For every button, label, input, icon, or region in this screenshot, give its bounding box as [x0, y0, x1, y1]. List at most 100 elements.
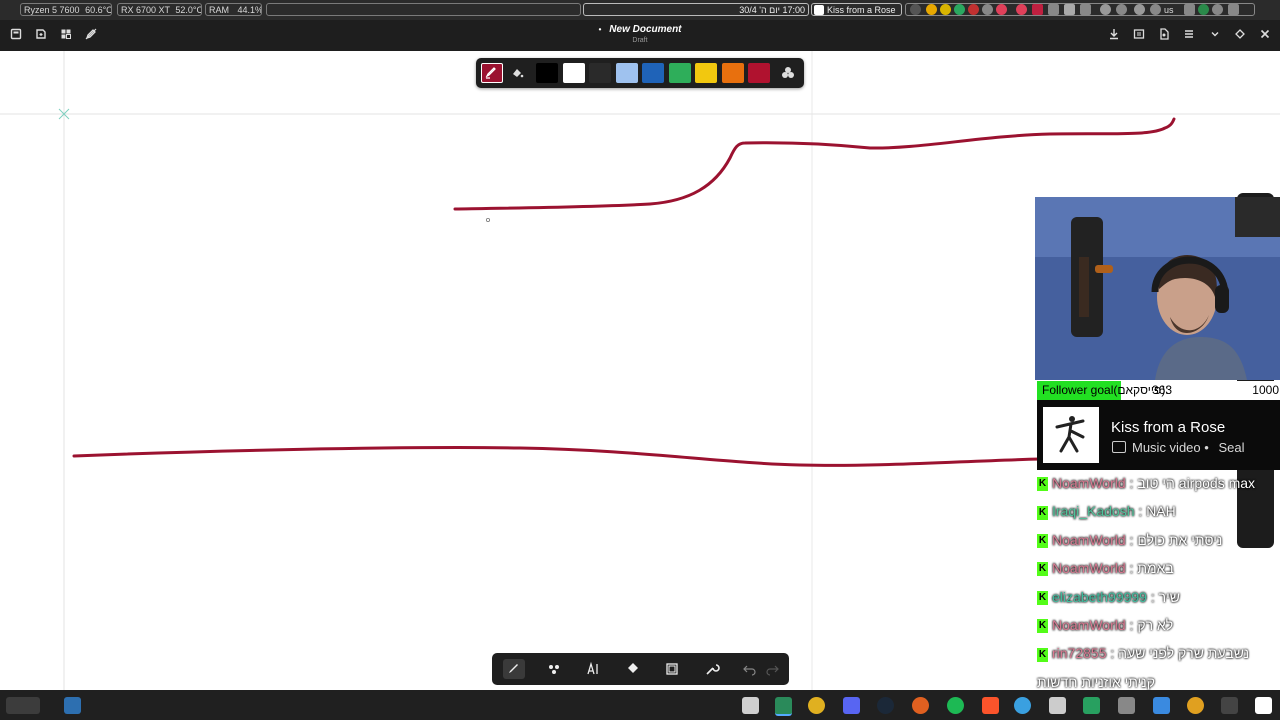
- app-icon[interactable]: [940, 4, 951, 15]
- app-icon-d[interactable]: [1255, 697, 1272, 714]
- store-icon[interactable]: [1153, 697, 1170, 714]
- color-swatch[interactable]: [669, 63, 691, 83]
- green-app-icon[interactable]: [1198, 4, 1209, 15]
- system-bar: Ryzen 5 7600 60.6°C RX 6700 XT 52.0°C RA…: [0, 0, 1280, 20]
- diamond-icon[interactable]: [1233, 28, 1247, 42]
- redo-icon[interactable]: [761, 659, 783, 679]
- text-tool-icon[interactable]: [582, 659, 604, 679]
- color-swatch[interactable]: [695, 63, 717, 83]
- download-icon[interactable]: [1107, 28, 1121, 42]
- brave-icon[interactable]: [982, 697, 999, 714]
- gpu-name: RX 6700 XT: [121, 5, 170, 15]
- workspace-switcher[interactable]: [6, 697, 40, 714]
- color-swatch[interactable]: [616, 63, 638, 83]
- tray-app-icon[interactable]: [1184, 4, 1195, 15]
- document-title-text: New Document: [609, 24, 682, 35]
- media-icon[interactable]: [1048, 4, 1059, 15]
- shapes-tool-icon[interactable]: [543, 659, 565, 679]
- spotify-icon[interactable]: [947, 697, 964, 714]
- app-icon-3[interactable]: [968, 4, 979, 15]
- app-icon-2[interactable]: [954, 4, 965, 15]
- discord-icon[interactable]: [843, 697, 860, 714]
- clock[interactable]: 17:00 יום ה' 30/4: [583, 3, 809, 16]
- settings-icon[interactable]: [1212, 4, 1223, 15]
- network-icon[interactable]: [1134, 4, 1145, 15]
- active-window[interactable]: Kiss from a Rose: [811, 3, 902, 16]
- chat-message: K Iraqi_Kadosh : NAH: [1037, 500, 1176, 522]
- menu-icon[interactable]: [1182, 28, 1196, 42]
- terminal-icon[interactable]: [1221, 697, 1238, 714]
- chat-username[interactable]: Iraqi_Kadosh: [1052, 503, 1135, 519]
- chat-text: NAH: [1146, 503, 1176, 520]
- color-swatch[interactable]: [748, 63, 770, 83]
- chat-username[interactable]: rin72855: [1052, 645, 1107, 661]
- cpu-monitor[interactable]: Ryzen 5 7600 60.6°C: [20, 3, 112, 16]
- browser-icon[interactable]: [1014, 697, 1031, 714]
- chat-separator: :: [1125, 531, 1138, 548]
- chat-username[interactable]: NoamWorld: [1052, 475, 1126, 491]
- taskbar: [0, 690, 1280, 720]
- pen-stroke-upper: [453, 117, 1176, 211]
- window-icon: [814, 5, 824, 15]
- record-icon-2[interactable]: [1016, 4, 1027, 15]
- app-icon-c[interactable]: [1187, 697, 1204, 714]
- folder-icon[interactable]: [1118, 697, 1135, 714]
- desktop-icon[interactable]: [64, 697, 81, 714]
- w-app-icon[interactable]: [808, 697, 825, 714]
- follower-goal-bar: Follower goal(פייסקאם): 363 1000: [1037, 381, 1280, 400]
- volume-icon[interactable]: [1150, 4, 1161, 15]
- v-icon[interactable]: [1032, 4, 1043, 15]
- chat-username[interactable]: elizabeth99999: [1052, 589, 1147, 605]
- alert-icon[interactable]: [910, 4, 921, 15]
- fill-bucket-icon[interactable]: [506, 63, 528, 83]
- pen-tool-icon[interactable]: [503, 659, 525, 679]
- close-icon[interactable]: [1258, 28, 1272, 42]
- chat-text: הי טוב airpods max: [1137, 475, 1256, 491]
- play-icon[interactable]: [1064, 4, 1075, 15]
- clock-icon[interactable]: [982, 4, 993, 15]
- settings-wrench-icon[interactable]: [701, 659, 723, 679]
- firefox-icon[interactable]: [912, 697, 929, 714]
- gpu-monitor[interactable]: RX 6700 XT 52.0°C: [117, 3, 202, 16]
- color-swatch[interactable]: [536, 63, 558, 83]
- color-swatch[interactable]: [722, 63, 744, 83]
- chat-separator: :: [1125, 617, 1138, 633]
- chevron-down-icon[interactable]: [1208, 28, 1222, 42]
- chat-message: Krin72855 : נשבעת שרק לפני שעה: [1037, 642, 1249, 664]
- obs-icon[interactable]: [775, 697, 792, 716]
- next-icon[interactable]: [1080, 4, 1091, 15]
- bluetooth-icon[interactable]: [1100, 4, 1111, 15]
- color-swatch[interactable]: [589, 63, 611, 83]
- color-swatch[interactable]: [642, 63, 664, 83]
- eraser-tool-icon[interactable]: [622, 659, 644, 679]
- app-icon-a[interactable]: [742, 697, 759, 714]
- undo-icon[interactable]: [739, 659, 761, 679]
- chat-text: קניתי אוזניות חדשות: [1037, 673, 1156, 690]
- chat-separator: :: [1106, 645, 1119, 662]
- layers-icon[interactable]: [1083, 697, 1100, 714]
- document-icon[interactable]: [1157, 28, 1171, 42]
- workspace-bar[interactable]: [266, 3, 581, 16]
- chat-username[interactable]: NoamWorld: [1052, 532, 1126, 548]
- pen-color-button[interactable]: [481, 63, 503, 83]
- record-icon[interactable]: [996, 4, 1007, 15]
- color-swatch[interactable]: [563, 63, 585, 83]
- keyboard-layout[interactable]: us: [1164, 4, 1174, 15]
- song-artist: Seal: [1218, 440, 1245, 455]
- album-art: [1043, 407, 1099, 463]
- ram-monitor[interactable]: RAM 44.1%: [205, 3, 262, 16]
- layout-icon[interactable]: [1132, 28, 1146, 42]
- more-colors-icon[interactable]: [777, 63, 799, 83]
- app-icon-b[interactable]: [1049, 697, 1066, 714]
- select-tool-icon[interactable]: [661, 659, 683, 679]
- cpu-name: Ryzen 5 7600: [24, 5, 80, 15]
- notifications-icon[interactable]: [1228, 4, 1239, 15]
- document-title[interactable]: • New Document: [0, 24, 1280, 35]
- sun-icon[interactable]: [1116, 4, 1127, 15]
- chat-username[interactable]: NoamWorld: [1052, 617, 1126, 633]
- steam-icon[interactable]: [877, 697, 894, 714]
- ram-value: 44.1%: [237, 5, 262, 15]
- chrome-icon[interactable]: [926, 4, 937, 15]
- chat-username[interactable]: NoamWorld: [1052, 560, 1126, 576]
- chat-text: שיר: [1158, 588, 1180, 605]
